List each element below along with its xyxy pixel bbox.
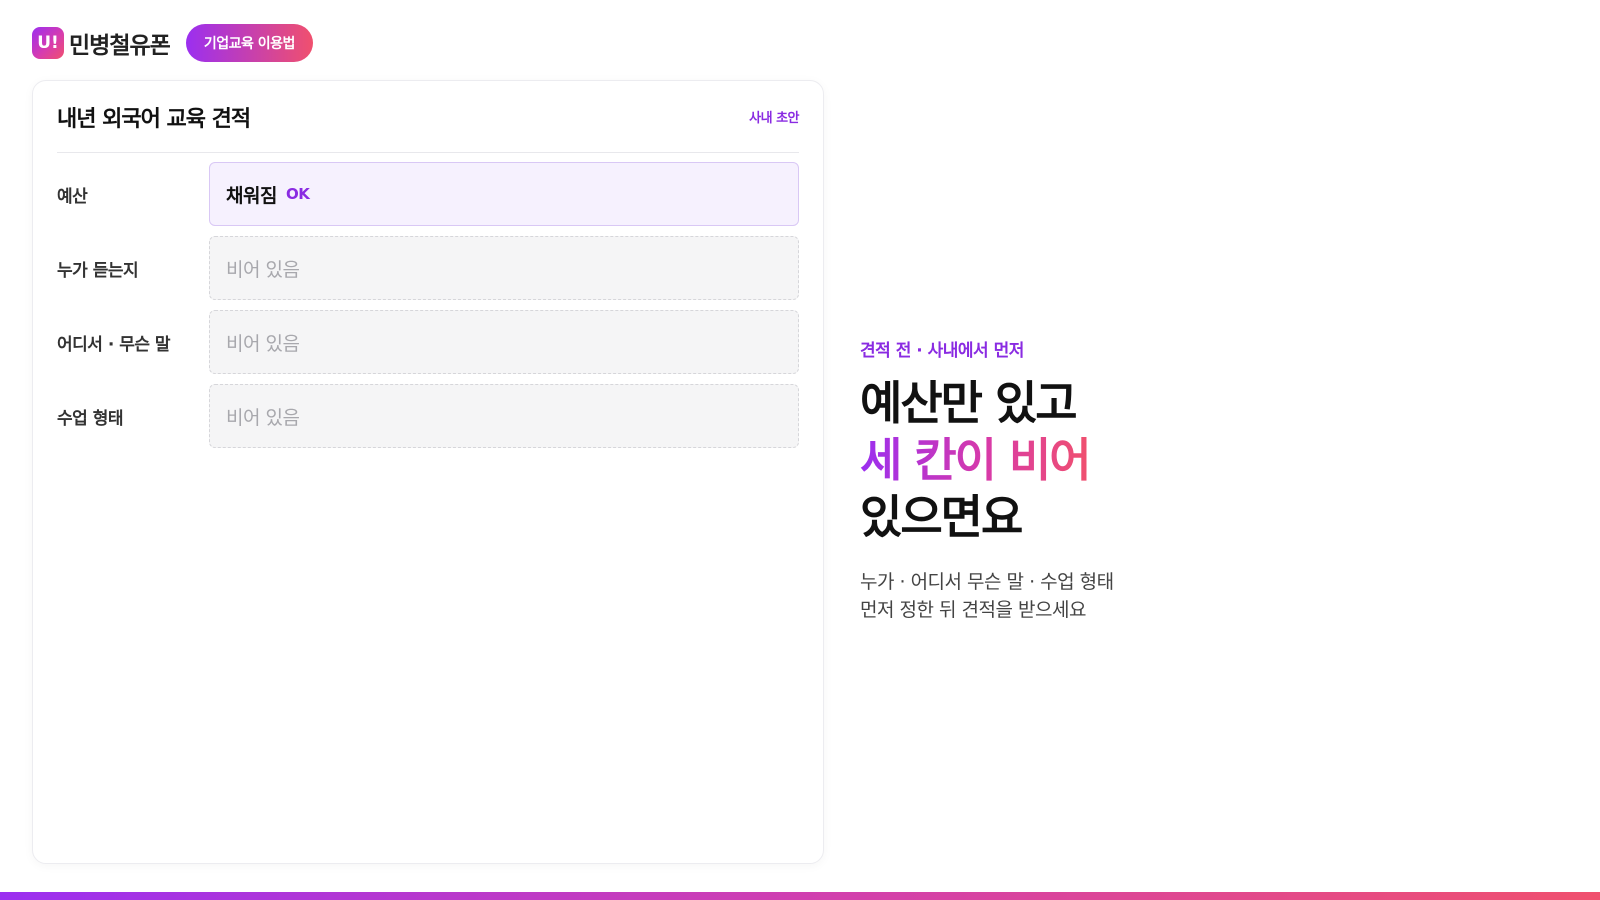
subtext: 누가 · 어디서 무슨 말 · 수업 형태 먼저 정한 뒤 견적을 받으세요 [860, 568, 1114, 624]
field-row-budget: 예산 채워짐 OK [57, 162, 799, 226]
field-row-audience: 누가 듣는지 비어 있음 [57, 236, 799, 300]
field-label: 수업 형태 [57, 408, 123, 429]
field-row-location-language: 어디서 · 무슨 말 비어 있음 [57, 310, 799, 374]
location-language-field[interactable]: 비어 있음 [209, 310, 799, 374]
eyebrow: 견적 전 · 사내에서 먼저 [860, 341, 1024, 361]
page: U! 민병철유폰 기업교육 이용법 내년 외국어 교육 견적 사내 초안 예산 … [0, 0, 1600, 900]
audience-field[interactable]: 비어 있음 [209, 236, 799, 300]
card-header: 내년 외국어 교육 견적 사내 초안 [57, 81, 799, 153]
subtext-line-1: 누가 · 어디서 무슨 말 · 수업 형태 [860, 571, 1114, 593]
header: U! 민병철유폰 기업교육 이용법 [32, 24, 313, 62]
headline-line-1: 예산만 있고 [860, 376, 1078, 430]
quote-card: 내년 외국어 교육 견적 사내 초안 예산 채워짐 OK 누가 듣는지 비어 있… [32, 80, 824, 864]
field-row-class-format: 수업 형태 비어 있음 [57, 384, 799, 448]
draft-tag: 사내 초안 [749, 111, 799, 126]
headline: 예산만 있고 세 칸이 비어 있으면요 [860, 375, 1114, 546]
field-label: 누가 듣는지 [57, 260, 139, 281]
logo-mark-icon: U! [32, 27, 64, 59]
field-label: 어디서 · 무슨 말 [57, 334, 171, 355]
field-value: 채워짐 [226, 184, 277, 207]
corporate-guide-button[interactable]: 기업교육 이용법 [185, 24, 313, 62]
ok-badge: OK [285, 185, 310, 203]
headline-line-3: 있으면요 [860, 490, 1023, 544]
hero-text: 견적 전 · 사내에서 먼저 예산만 있고 세 칸이 비어 있으면요 누가 · … [860, 336, 1114, 624]
field-label: 예산 [57, 186, 88, 207]
budget-field[interactable]: 채워짐 OK [209, 162, 799, 226]
headline-line-2: 세 칸이 비어 [860, 433, 1092, 487]
brand-name: 민병철유폰 [69, 33, 171, 59]
brand-logo[interactable]: U! 민병철유폰 [32, 26, 171, 60]
bottom-gradient-bar [0, 892, 1600, 900]
card-title: 내년 외국어 교육 견적 [57, 106, 251, 132]
class-format-field[interactable]: 비어 있음 [209, 384, 799, 448]
subtext-line-2: 먼저 정한 뒤 견적을 받으세요 [860, 599, 1086, 621]
